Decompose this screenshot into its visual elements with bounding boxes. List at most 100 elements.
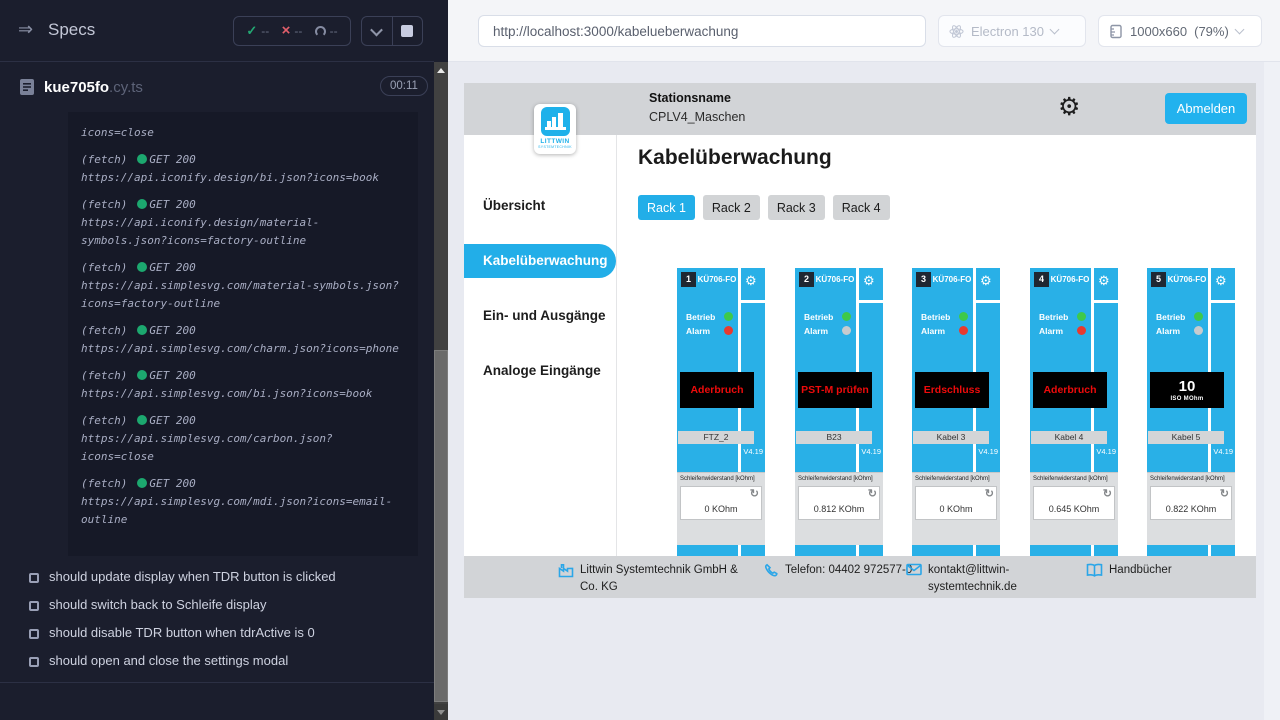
browser-toolbar: Electron 130 1000x660 (79%) xyxy=(448,0,1280,62)
scroll-up-arrow[interactable] xyxy=(434,62,448,78)
alarm-led-row: Alarm xyxy=(921,326,971,336)
status-ok-dot xyxy=(137,370,147,380)
failed-icon: × xyxy=(282,26,291,36)
refresh-icon[interactable]: ↻ xyxy=(750,487,759,500)
spec-file-name: kue705fo.cy.ts xyxy=(44,79,143,96)
url-input[interactable] xyxy=(478,15,926,47)
status-ok-dot xyxy=(137,325,147,335)
sidebar-item-0[interactable]: Übersicht xyxy=(464,189,616,223)
browser-select[interactable]: Electron 130 xyxy=(938,15,1086,47)
collapse-button[interactable] xyxy=(362,17,392,45)
alarm-led xyxy=(842,326,851,335)
alarm-label: Alarm xyxy=(1039,326,1063,336)
request-url: https://api.iconify.design/material-symb… xyxy=(81,214,404,250)
fetch-prefix: (fetch) xyxy=(81,153,127,166)
log-entry: (fetch)GET 200https://api.simplesvg.com/… xyxy=(81,367,404,403)
logout-button[interactable]: Abmelden xyxy=(1165,93,1247,124)
request-url: https://api.simplesvg.com/charm.json?ico… xyxy=(81,340,404,358)
betrieb-led-row: Betrieb xyxy=(804,312,854,322)
scroll-down-arrow[interactable] xyxy=(434,704,448,720)
log-entry: (fetch)GET 200https://api.simplesvg.com/… xyxy=(81,322,404,358)
pending-icon xyxy=(315,26,326,37)
test-stats: ✓ -- × -- -- xyxy=(233,16,351,46)
status-ok-dot xyxy=(137,478,147,488)
log-entry: (fetch)GET 200https://api.simplesvg.com/… xyxy=(81,412,404,466)
module-settings-gear-icon[interactable]: ⚙ xyxy=(1098,273,1110,289)
network-log-box: icons=close (fetch)GET 200https://api.ic… xyxy=(68,112,418,556)
specs-list-icon[interactable]: ⇒ xyxy=(18,19,33,40)
test-item[interactable]: should open and close the settings modal xyxy=(0,650,434,678)
settings-gear-icon[interactable]: ⚙ xyxy=(1058,92,1080,122)
viewport-size-select[interactable]: 1000x660 (79%) xyxy=(1098,15,1262,47)
module-display: PST-M prüfen xyxy=(798,372,872,408)
card-divider xyxy=(1094,300,1118,303)
stop-button[interactable] xyxy=(392,17,423,45)
card-divider xyxy=(976,300,1000,303)
refresh-icon[interactable]: ↻ xyxy=(985,487,994,500)
log-entry-head: (fetch)GET 200 xyxy=(81,412,404,430)
refresh-icon[interactable]: ↻ xyxy=(868,487,877,500)
rack-tab-2[interactable]: Rack 2 xyxy=(703,195,760,220)
rack-tab-4[interactable]: Rack 4 xyxy=(833,195,890,220)
rack-tab-1[interactable]: Rack 1 xyxy=(638,195,695,220)
log-entry-head: (fetch)GET 200 xyxy=(81,259,404,277)
test-item[interactable]: should disable TDR button when tdrActive… xyxy=(0,622,434,650)
refresh-icon[interactable]: ↻ xyxy=(1220,487,1229,500)
module-settings-gear-icon[interactable]: ⚙ xyxy=(980,273,992,289)
module-number-badge: 2 xyxy=(799,272,814,287)
stop-icon xyxy=(401,25,413,37)
request-url: https://api.simplesvg.com/mdi.json?icons… xyxy=(81,493,404,529)
module-settings-gear-icon[interactable]: ⚙ xyxy=(745,273,757,289)
http-status: GET 200 xyxy=(149,153,195,166)
loop-resistance-value: 0.645 KOhm xyxy=(1034,504,1114,514)
test-item[interactable]: should switch back to Schleife display xyxy=(0,594,434,622)
sidebar-item-1[interactable]: Kabelüberwachung xyxy=(464,244,616,278)
module-display: 10ISO MOhm xyxy=(1150,372,1224,408)
sidebar-item-2[interactable]: Ein- und Ausgänge xyxy=(464,299,616,333)
module-settings-gear-icon[interactable]: ⚙ xyxy=(863,273,875,289)
loop-resistance-label: Schleifenwiderstand [kOhm] xyxy=(680,476,755,482)
browser-label: Electron 130 xyxy=(971,24,1044,39)
cable-module-card: 2KÜ706-FO⚙BetriebAlarmPST-M prüfenB23V4.… xyxy=(795,268,883,560)
spec-duration-badge: 00:11 xyxy=(380,76,428,96)
spec-file-row[interactable]: kue705fo.cy.ts 00:11 xyxy=(0,72,434,106)
app-header: Stationsname CPLV4_Maschen ⚙ Abmelden xyxy=(464,83,1256,135)
specs-title: Specs xyxy=(48,20,95,40)
log-entry-head: (fetch) GET 200 xyxy=(81,151,404,169)
app-footer: Littwin Systemtechnik GmbH & Co. KGTelef… xyxy=(464,556,1256,598)
module-number-badge: 5 xyxy=(1151,272,1166,287)
alarm-led xyxy=(724,326,733,335)
footer-item-phone: Telefon: 04402 972577-0 xyxy=(764,562,914,583)
test-item[interactable]: should update display when TDR button is… xyxy=(0,566,434,594)
footer-item-book[interactable]: Handbücher xyxy=(1086,562,1172,582)
display-alarm-text: Aderbruch xyxy=(1043,384,1096,396)
app-sidebar: Übersicht Kabelüberwachung Ein- und Ausgän… xyxy=(464,135,617,598)
module-number-badge: 4 xyxy=(1034,272,1049,287)
display-value: 10 xyxy=(1179,379,1196,394)
firmware-version: V4.19 xyxy=(1096,447,1116,456)
module-settings-gear-icon[interactable]: ⚙ xyxy=(1215,273,1227,289)
station-label: Stationsname xyxy=(649,91,731,105)
cable-module-card: 5KÜ706-FO⚙BetriebAlarm10ISO MOhmKabel 5V… xyxy=(1147,268,1235,560)
phone-icon xyxy=(764,563,779,583)
runner-scrollbar[interactable] xyxy=(434,62,448,720)
fetch-prefix: (fetch) xyxy=(81,369,127,382)
loop-resistance-value: 0.822 KOhm xyxy=(1151,504,1231,514)
logo-subtitle: SYSTEMTECHNIK xyxy=(534,145,576,149)
refresh-icon[interactable]: ↻ xyxy=(1103,487,1112,500)
triangle-up-icon xyxy=(437,68,445,73)
pending-count: -- xyxy=(330,24,338,38)
betrieb-label: Betrieb xyxy=(921,312,950,322)
firmware-version: V4.19 xyxy=(861,447,881,456)
rack-tabs: Rack 1 Rack 2 Rack 3 Rack 4 xyxy=(638,195,890,220)
cable-module-card: 3KÜ706-FO⚙BetriebAlarmErdschlussKabel 3V… xyxy=(912,268,1000,560)
scrollbar-thumb[interactable] xyxy=(434,350,448,702)
rack-tab-3[interactable]: Rack 3 xyxy=(768,195,825,220)
email-icon xyxy=(906,563,922,597)
fetch-prefix: (fetch) xyxy=(81,198,127,211)
loop-resistance-label: Schleifenwiderstand [kOhm] xyxy=(1033,476,1108,482)
sidebar-item-3[interactable]: Analoge Eingänge xyxy=(464,354,616,388)
request-url: https://api.iconify.design/bi.json?icons… xyxy=(81,169,404,187)
test-title: should switch back to Schleife display xyxy=(49,597,267,612)
request-url: https://api.simplesvg.com/carbon.json?ic… xyxy=(81,430,404,466)
